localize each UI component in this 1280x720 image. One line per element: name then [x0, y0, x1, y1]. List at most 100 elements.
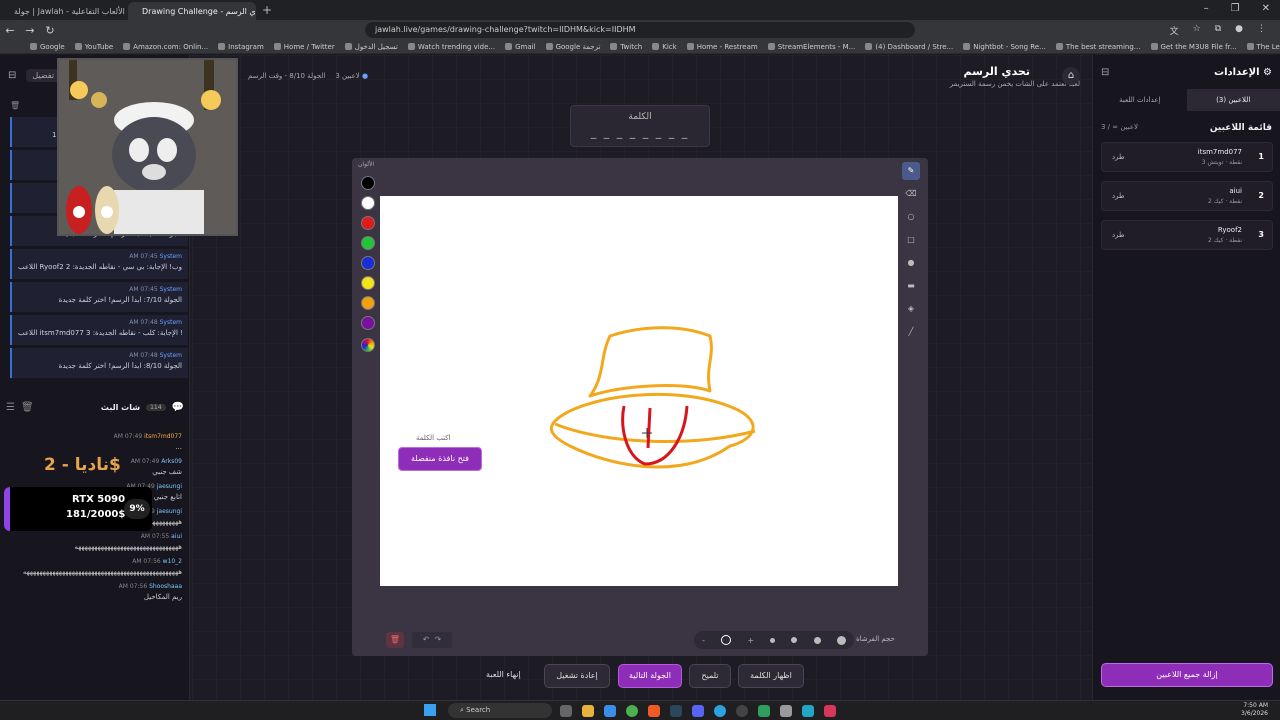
color-swatch[interactable] — [361, 316, 375, 330]
eraser-tool-icon[interactable]: ⌫ — [902, 185, 920, 203]
brush-size-option[interactable] — [721, 635, 732, 645]
bookmark-item[interactable]: Get the M3U8 File fr... — [1150, 43, 1237, 51]
fill-tool-icon[interactable]: ◈ — [902, 300, 920, 318]
new-tab-icon[interactable]: + — [262, 3, 272, 17]
chrome-icon[interactable] — [626, 705, 638, 717]
bookmark-label: Home / Twitter — [283, 42, 335, 51]
filled-circle-tool-icon[interactable]: ● — [902, 254, 920, 272]
obs-icon[interactable] — [736, 705, 748, 717]
bookmark-item[interactable]: Watch trending vide... — [407, 43, 495, 51]
restart-button[interactable]: إعادة تشغيل — [544, 664, 610, 688]
color-swatch[interactable] — [361, 176, 375, 190]
next-round-button[interactable]: الجولة التالية — [618, 664, 682, 688]
bookmark-favicon-icon — [545, 43, 553, 50]
show-word-button[interactable]: اظهار الكلمة — [738, 664, 804, 688]
bookmark-item[interactable]: Instagram — [218, 43, 264, 51]
color-swatch[interactable] — [361, 256, 375, 270]
address-bar[interactable]: jawlah.live/games/drawing-challenge?twit… — [365, 22, 915, 38]
app-icon[interactable] — [824, 705, 836, 717]
extensions-icon[interactable]: ⧉ — [1215, 24, 1221, 37]
bookmark-item[interactable]: Google ترجمة — [545, 43, 600, 51]
bookmark-item[interactable]: YouTube — [74, 43, 113, 51]
donation-goal: RTX 5090 181/2000$ 9% — [4, 487, 152, 531]
redo-icon[interactable]: ↷ — [435, 635, 442, 644]
bookmark-item[interactable]: The best streaming... — [1055, 43, 1141, 51]
menu-icon[interactable]: ⋮ — [1257, 24, 1266, 37]
close-window-icon[interactable]: ✕ — [1262, 3, 1270, 14]
left-top-pill[interactable]: تفضيل — [26, 68, 61, 82]
app-icon[interactable] — [802, 705, 814, 717]
drawing-canvas[interactable] — [380, 196, 898, 586]
taskview-icon[interactable] — [560, 705, 572, 717]
end-game-button[interactable]: إنهاء اللعبة — [486, 670, 521, 679]
profile-icon[interactable]: ● — [1235, 24, 1243, 37]
maximize-icon[interactable]: ❐ — [1231, 3, 1240, 14]
forward-icon[interactable]: → — [20, 24, 40, 37]
size-increase-icon[interactable]: + — [747, 636, 754, 645]
clear-log-icon[interactable]: 🗑 — [10, 101, 20, 110]
bookmark-item[interactable]: Google — [30, 43, 65, 51]
bookmark-item[interactable]: Kick — [652, 43, 677, 51]
line-tool-icon[interactable]: ╱ — [902, 323, 920, 341]
bookmark-item[interactable]: StreamElements - M... — [767, 43, 855, 51]
hint-button[interactable]: تلميح — [689, 664, 731, 688]
bookmark-label: The Level Up Englis... — [1256, 42, 1280, 51]
kick-all-button[interactable]: إزالة جميع اللاعبين — [1101, 663, 1273, 687]
color-swatch[interactable] — [361, 276, 375, 290]
size-decrease-icon[interactable]: - — [702, 636, 705, 645]
tab-game-settings[interactable]: إعدادات اللعبة — [1093, 89, 1187, 111]
canvas-bottom-bar: 🗑 ↶ ↷ - + حجم الفرشاة — [352, 626, 928, 656]
bookmark-item[interactable]: Amazon.com: Onlin... — [123, 43, 208, 51]
bookmark-item[interactable]: تسجيل الدخول — [344, 43, 398, 51]
filled-rect-tool-icon[interactable]: ▬ — [902, 277, 920, 295]
telegram-icon[interactable] — [714, 705, 726, 717]
bookmark-item[interactable]: Nightbot - Song Re... — [963, 43, 1046, 51]
kick-player-button[interactable]: طرد — [1112, 153, 1125, 161]
brush-tool-icon[interactable]: ✎ — [902, 162, 920, 180]
collapse-settings-icon[interactable]: ⊟ — [1101, 67, 1109, 78]
taskbar-search[interactable]: ⌕ Search — [448, 703, 552, 718]
color-picker-icon[interactable] — [361, 338, 375, 352]
bookmark-item[interactable]: Gmail — [505, 43, 536, 51]
open-window-button[interactable]: فتح نافذة منفصلة — [398, 447, 482, 471]
color-swatch[interactable] — [361, 196, 375, 210]
windows-start-icon[interactable] — [424, 704, 436, 716]
files-icon[interactable] — [582, 705, 594, 717]
home-button[interactable]: ⌂ — [1062, 67, 1080, 85]
back-icon[interactable]: ← — [0, 24, 20, 37]
bookmark-item[interactable]: The Level Up Englis... — [1246, 42, 1280, 51]
brave-icon[interactable] — [648, 705, 660, 717]
brush-size-option[interactable] — [813, 636, 821, 644]
brush-size-option[interactable] — [836, 635, 846, 645]
rectangle-tool-icon[interactable]: □ — [902, 231, 920, 249]
kick-player-button[interactable]: طرد — [1112, 192, 1125, 200]
chat-clear-icon[interactable]: 🗑 — [21, 402, 34, 413]
color-swatch[interactable] — [361, 236, 375, 250]
steam-icon[interactable] — [670, 705, 682, 717]
star-icon[interactable]: ☆ — [1193, 24, 1201, 37]
brush-size-option[interactable] — [791, 637, 798, 643]
tab-players[interactable]: اللاعبين (3) — [1186, 89, 1280, 111]
reload-icon[interactable]: ↻ — [40, 24, 60, 37]
minimize-icon[interactable]: – — [1204, 3, 1209, 14]
browser-tab-active[interactable]: Drawing Challenge - تحدي الرسم✕ — [128, 2, 256, 20]
bookmark-item[interactable]: (4) Dashboard / Stre... — [865, 43, 953, 51]
app-icon[interactable] — [758, 705, 770, 717]
color-swatch[interactable] — [361, 296, 375, 310]
bookmark-item[interactable]: Twitch — [610, 43, 642, 51]
translate-icon[interactable]: 文 — [1170, 24, 1179, 37]
color-swatch[interactable] — [361, 216, 375, 230]
undo-icon[interactable]: ↶ — [423, 635, 430, 644]
app-icon[interactable] — [780, 705, 792, 717]
discord-icon[interactable] — [692, 705, 704, 717]
bookmark-item[interactable]: Home / Twitter — [273, 42, 335, 51]
chat-settings-icon[interactable]: ☰ — [6, 402, 15, 413]
mail-icon[interactable] — [604, 705, 616, 717]
circle-tool-icon[interactable]: ○ — [902, 208, 920, 226]
bookmark-item[interactable]: Home - Restream — [686, 43, 758, 51]
collapse-panel-icon[interactable]: ⊟ — [8, 70, 16, 81]
clear-canvas-icon[interactable]: 🗑 — [386, 632, 404, 648]
browser-tab[interactable]: جولة | Jawlah - منصة الألعاب التفاعلية✕ — [0, 2, 128, 20]
brush-size-option[interactable] — [770, 637, 776, 643]
kick-player-button[interactable]: طرد — [1112, 231, 1125, 239]
